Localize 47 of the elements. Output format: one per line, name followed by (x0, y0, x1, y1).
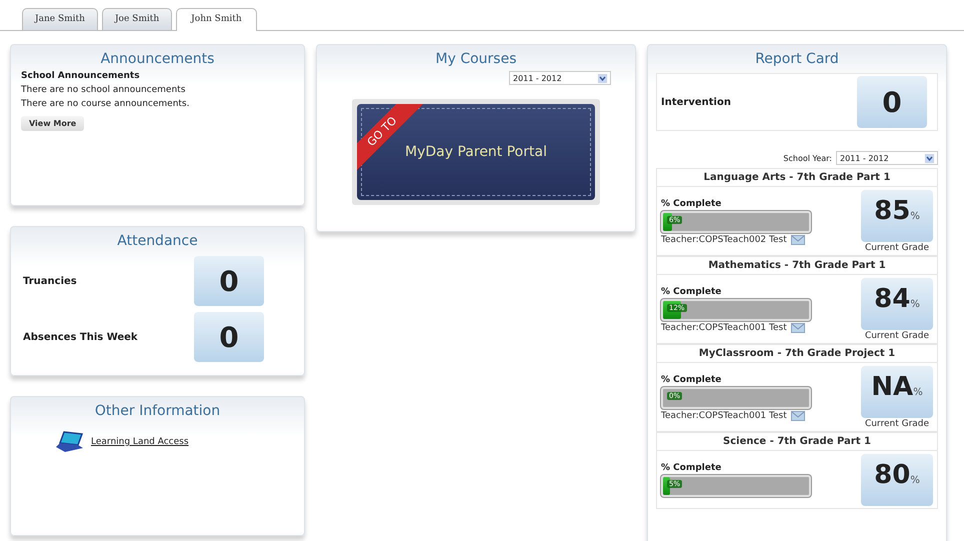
view-more-button[interactable]: View More (21, 116, 84, 131)
tab[interactable]: Joe Smith (102, 8, 172, 30)
count-tile: 0 (194, 256, 264, 306)
grade-label: Current Grade (864, 243, 930, 253)
tab[interactable]: John Smith (176, 8, 257, 31)
grade-tile: 80% (861, 454, 933, 506)
course-title: Mathematics - 7th Grade Part 1 (657, 257, 937, 275)
grade-tile: NA% (861, 366, 933, 418)
grade-label: Current Grade (864, 419, 930, 429)
envelope-icon[interactable] (790, 411, 805, 421)
grade-label: Current Grade (864, 331, 930, 341)
course-title: Science - 7th Grade Part 1 (657, 433, 937, 451)
section-heading: School Announcements (21, 71, 141, 81)
envelope-icon[interactable] (790, 323, 805, 333)
teacher-name: Teacher:COPSTeach001 Test (661, 323, 787, 333)
envelope-icon[interactable] (790, 235, 805, 245)
dropdown-caret-icon[interactable] (925, 154, 934, 162)
intervention-label: Intervention (661, 96, 731, 108)
count-tile: 0 (194, 312, 264, 362)
panel-title: Attendance (116, 233, 199, 249)
teacher-name: Teacher:COPSTeach002 Test (661, 235, 787, 245)
announcement-text: There are no course announcements. (21, 99, 190, 109)
complete-label: % Complete (661, 199, 722, 209)
count-tile: 0 (857, 76, 927, 128)
course-title: Language Arts - 7th Grade Part 1 (657, 169, 937, 187)
complete-label: % Complete (661, 375, 722, 385)
course-title: MyClassroom - 7th Grade Project 1 (657, 345, 937, 363)
grade-tile: 85% (861, 190, 933, 242)
school-year-label: School Year: (783, 154, 832, 162)
learning-land-link[interactable]: Learning Land Access (91, 437, 189, 447)
laptop-icon (55, 431, 85, 453)
parent-portal-banner[interactable]: MyDay Parent Portal GO TO (357, 104, 595, 200)
grade-tile: 84% (861, 278, 933, 330)
announcement-text: There are no school announcements (21, 85, 186, 95)
attendance-label: Absences This Week (23, 332, 138, 342)
year-dropdown[interactable]: 2011 - 2012 (509, 71, 611, 85)
tab[interactable]: Jane Smith (22, 8, 98, 30)
panel-title: My Courses (436, 51, 516, 67)
teacher-name: Teacher:COPSTeach001 Test (661, 411, 787, 421)
panel-title: Other Information (94, 403, 222, 419)
complete-label: % Complete (661, 463, 722, 473)
school-year-dropdown[interactable]: 2011 - 2012 (836, 151, 938, 165)
attendance-label: Truancies (23, 276, 77, 286)
dropdown-caret-icon[interactable] (598, 74, 607, 82)
panel-title: Report Card (754, 51, 840, 67)
complete-label: % Complete (661, 287, 722, 297)
panel-title: Announcements (100, 51, 216, 67)
